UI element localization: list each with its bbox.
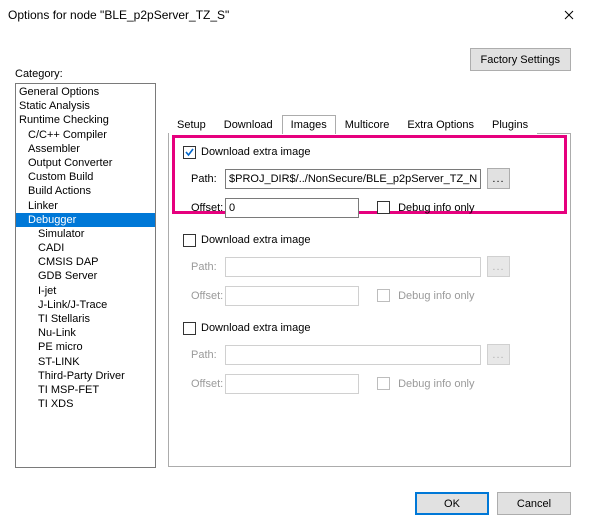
offset-label: Offset: <box>177 378 225 390</box>
category-item[interactable]: Third-Party Driver <box>16 369 155 383</box>
tab-download[interactable]: Download <box>215 115 282 134</box>
category-item[interactable]: ST-LINK <box>16 355 155 369</box>
close-icon <box>564 10 574 20</box>
category-item[interactable]: PE micro <box>16 340 155 354</box>
tabs-row: SetupDownloadImagesMulticoreExtra Option… <box>168 112 571 134</box>
category-item[interactable]: Runtime Checking <box>16 113 155 127</box>
category-list[interactable]: General OptionsStatic AnalysisRuntime Ch… <box>15 83 156 468</box>
category-item[interactable]: CMSIS DAP <box>16 255 155 269</box>
tab-setup[interactable]: Setup <box>168 115 215 134</box>
offset-input <box>225 374 359 394</box>
path-input <box>225 257 481 277</box>
ok-button[interactable]: OK <box>415 492 489 515</box>
category-item[interactable]: General Options <box>16 85 155 99</box>
category-item[interactable]: J-Link/J-Trace <box>16 298 155 312</box>
debug-info-only-label: Debug info only <box>398 378 474 390</box>
category-item[interactable]: TI MSP-FET <box>16 383 155 397</box>
path-label: Path: <box>177 349 225 361</box>
tab-images[interactable]: Images <box>282 115 336 134</box>
download-extra-image-checkbox[interactable] <box>183 146 196 159</box>
path-label: Path: <box>177 261 225 273</box>
debug-info-only-label: Debug info only <box>398 202 474 214</box>
tab-panel-images: Download extra image Path:... Offset: Debu… <box>168 133 571 467</box>
category-item[interactable]: Debugger <box>16 213 155 227</box>
download-extra-image-label: Download extra image <box>201 146 310 158</box>
dialog-buttons: OK Cancel <box>415 492 571 515</box>
category-item[interactable]: C/C++ Compiler <box>16 128 155 142</box>
tabs-area: SetupDownloadImagesMulticoreExtra Option… <box>168 112 571 134</box>
category-item[interactable]: GDB Server <box>16 269 155 283</box>
extra-image-group: Download extra image Path:... Offset: Debu… <box>177 231 562 309</box>
download-extra-image-checkbox[interactable] <box>183 322 196 335</box>
tab-extra-options[interactable]: Extra Options <box>398 115 483 134</box>
browse-button[interactable]: ... <box>487 168 510 189</box>
window-title: Options for node "BLE_p2pServer_TZ_S" <box>8 8 229 22</box>
category-item[interactable]: Static Analysis <box>16 99 155 113</box>
category-item[interactable]: CADI <box>16 241 155 255</box>
extra-image-group: Download extra image Path:... Offset: Debu… <box>177 143 562 221</box>
path-label: Path: <box>177 173 225 185</box>
offset-input <box>225 286 359 306</box>
cancel-button[interactable]: Cancel <box>497 492 571 515</box>
category-item[interactable]: Build Actions <box>16 184 155 198</box>
close-button[interactable] <box>549 0 589 30</box>
offset-label: Offset: <box>177 202 225 214</box>
browse-button: ... <box>487 344 510 365</box>
titlebar: Options for node "BLE_p2pServer_TZ_S" <box>0 0 589 30</box>
category-item[interactable]: I-jet <box>16 284 155 298</box>
path-input[interactable] <box>225 169 481 189</box>
debug-info-only-checkbox <box>377 289 390 302</box>
category-item[interactable]: Nu-Link <box>16 326 155 340</box>
check-icon <box>184 147 195 158</box>
path-input <box>225 345 481 365</box>
download-extra-image-checkbox[interactable] <box>183 234 196 247</box>
category-item[interactable]: TI XDS <box>16 397 155 411</box>
category-item[interactable]: Simulator <box>16 227 155 241</box>
factory-settings-button[interactable]: Factory Settings <box>470 48 571 71</box>
tab-plugins[interactable]: Plugins <box>483 115 537 134</box>
client-area: Factory Settings Category: General Optio… <box>0 30 589 527</box>
offset-label: Offset: <box>177 290 225 302</box>
debug-info-only-checkbox[interactable] <box>377 201 390 214</box>
debug-info-only-checkbox <box>377 377 390 390</box>
extra-image-group: Download extra image Path:... Offset: Debu… <box>177 319 562 397</box>
download-extra-image-label: Download extra image <box>201 234 310 246</box>
tab-multicore[interactable]: Multicore <box>336 115 399 134</box>
category-item[interactable]: Custom Build <box>16 170 155 184</box>
offset-input[interactable] <box>225 198 359 218</box>
category-item[interactable]: Linker <box>16 199 155 213</box>
category-item[interactable]: Output Converter <box>16 156 155 170</box>
category-item[interactable]: Assembler <box>16 142 155 156</box>
browse-button: ... <box>487 256 510 277</box>
category-item[interactable]: TI Stellaris <box>16 312 155 326</box>
category-label: Category: <box>15 68 63 80</box>
download-extra-image-label: Download extra image <box>201 322 310 334</box>
debug-info-only-label: Debug info only <box>398 290 474 302</box>
options-dialog: Options for node "BLE_p2pServer_TZ_S" Fa… <box>0 0 589 527</box>
